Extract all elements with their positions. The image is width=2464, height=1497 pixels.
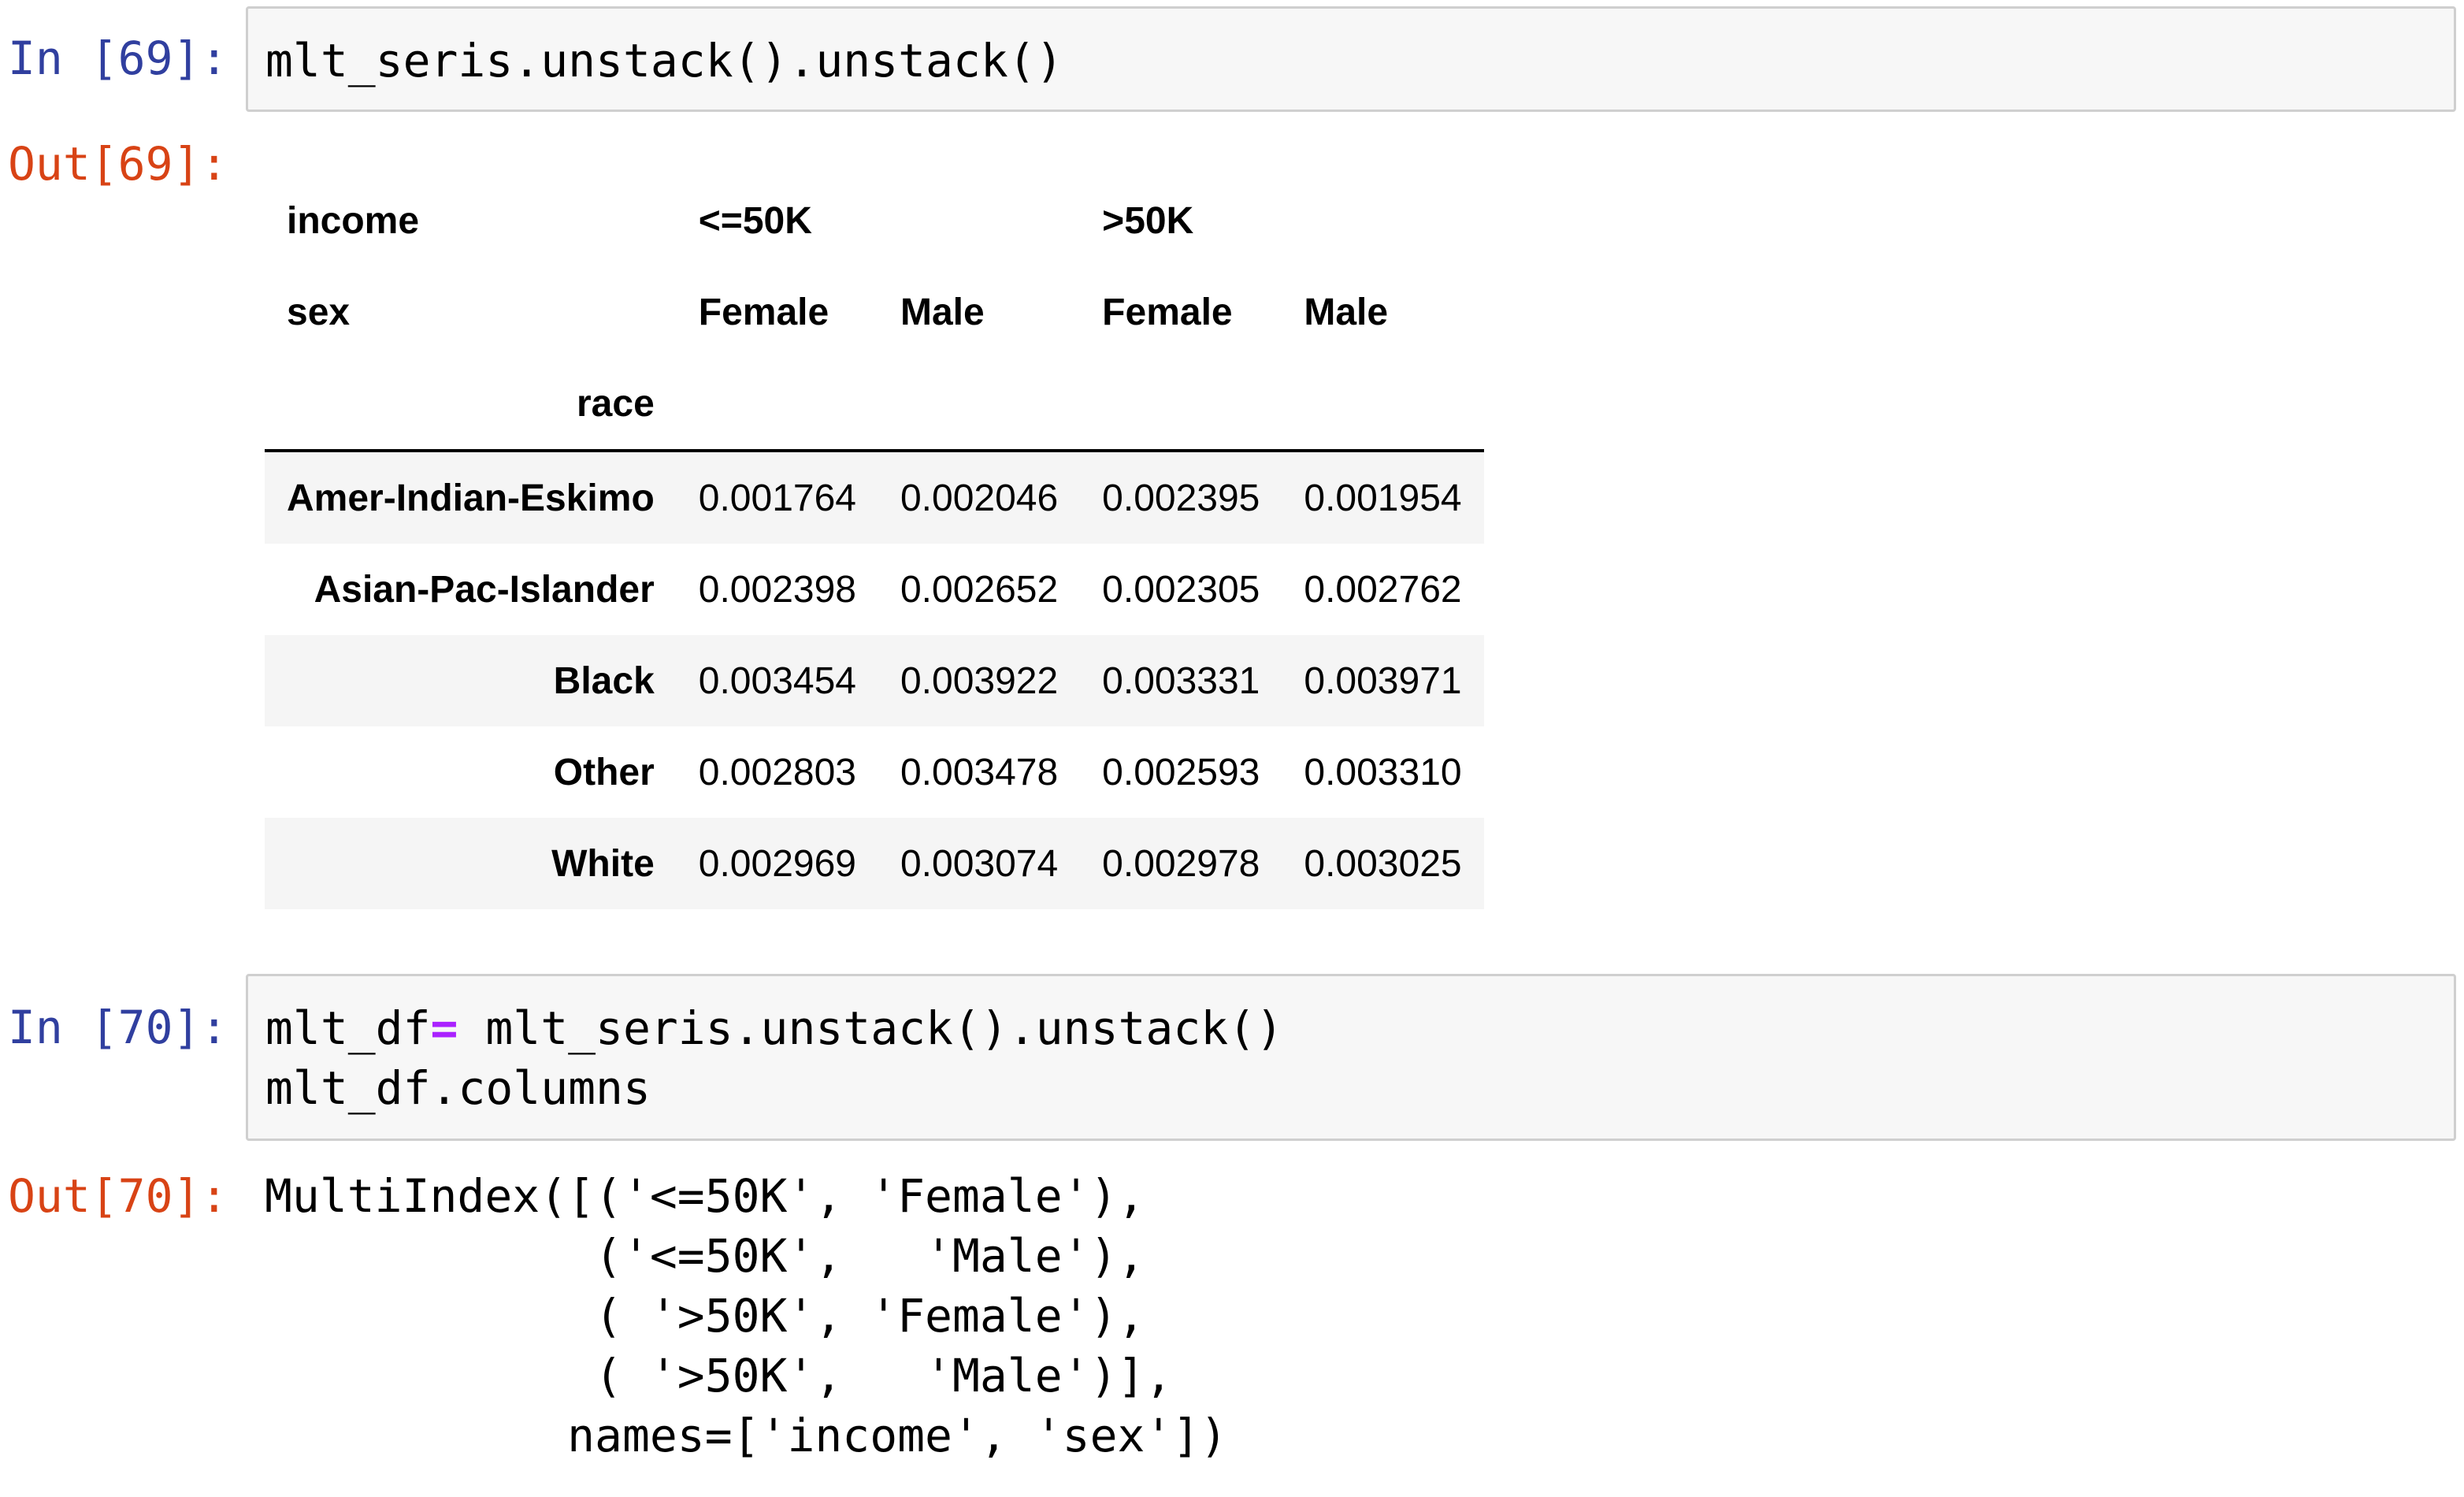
code-line[interactable]: mlt_seris.unstack().unstack() — [265, 31, 1063, 91]
table-cell: 0.003922 — [900, 659, 1059, 702]
table-cell: 0.003025 — [1304, 842, 1462, 885]
row-index-label: Amer-Indian-Eskimo — [287, 477, 655, 519]
assignment-operator: = — [430, 1001, 458, 1055]
output-line: ('<=50K', 'Male'), — [265, 1229, 1145, 1283]
output-line: names=['income', 'sex']) — [265, 1409, 1228, 1462]
dataframe-output: income <=50K >50K sex Female Male Female… — [265, 175, 1484, 909]
code-line[interactable]: mlt_df.columns — [265, 1058, 651, 1118]
output-line: ( '>50K', 'Female'), — [265, 1289, 1145, 1343]
table-cell: 0.002593 — [1102, 751, 1260, 793]
index-name-label: race — [265, 358, 677, 452]
table-cell: 0.002305 — [1102, 568, 1260, 611]
table-cell: 0.001954 — [1304, 477, 1462, 519]
column-level-label: income — [287, 199, 420, 242]
table-cell: 0.003971 — [1304, 659, 1462, 702]
table-cell: 0.001764 — [698, 477, 856, 519]
header-row-sex: sex Female Male Female Male — [265, 266, 1484, 358]
code-expression: mlt_seris.unstack().unstack() — [458, 1001, 1284, 1055]
row-index-label: Asian-Pac-Islander — [314, 568, 655, 611]
code-cell-70[interactable]: mlt_df= mlt_seris.unstack().unstack() ml… — [246, 974, 2456, 1141]
table-cell: 0.003074 — [900, 842, 1059, 885]
table-cell: 0.003331 — [1102, 659, 1260, 702]
code-line[interactable]: mlt_df= mlt_seris.unstack().unstack() — [265, 998, 1283, 1058]
table-cell: 0.003478 — [900, 751, 1059, 793]
table-cell: 0.002398 — [698, 568, 856, 611]
table-cell: 0.002652 — [900, 568, 1059, 611]
table-cell: 0.002969 — [698, 842, 856, 885]
header-row-income: income <=50K >50K — [265, 175, 1484, 266]
column-group-header: <=50K — [698, 199, 812, 242]
table-cell: 0.002762 — [1304, 568, 1462, 611]
header-row-race: race — [265, 358, 1484, 452]
row-index-label: Black — [553, 659, 655, 702]
table-cell: 0.002395 — [1102, 477, 1260, 519]
column-header: Male — [900, 291, 985, 333]
table-row: White 0.002969 0.003074 0.002978 0.00302… — [265, 818, 1484, 909]
output-prompt-69: Out[69]: — [8, 137, 228, 191]
table-cell: 0.002803 — [698, 751, 856, 793]
column-header: Female — [698, 291, 829, 333]
output-line: MultiIndex([('<=50K', 'Female'), — [265, 1169, 1145, 1223]
row-index-label: White — [551, 842, 655, 885]
table-row: Other 0.002803 0.003478 0.002593 0.00331… — [265, 726, 1484, 818]
column-level-label: sex — [287, 291, 351, 333]
column-header: Male — [1304, 291, 1389, 333]
code-variable: mlt_df — [265, 1001, 431, 1055]
table-cell: 0.002978 — [1102, 842, 1260, 885]
output-prompt-70: Out[70]: — [8, 1169, 228, 1223]
column-header: Female — [1102, 291, 1233, 333]
multiindex-output: MultiIndex([('<=50K', 'Female'), ('<=50K… — [265, 1166, 1227, 1465]
table-cell: 0.002046 — [900, 477, 1059, 519]
table-row: Amer-Indian-Eskimo 0.001764 0.002046 0.0… — [265, 451, 1484, 544]
row-index-label: Other — [553, 751, 655, 793]
table-row: Asian-Pac-Islander 0.002398 0.002652 0.0… — [265, 544, 1484, 635]
output-line: ( '>50K', 'Male')], — [265, 1349, 1173, 1402]
column-group-header: >50K — [1102, 199, 1194, 242]
input-prompt-69: In [69]: — [8, 32, 228, 85]
table-cell: 0.003310 — [1304, 751, 1462, 793]
table-cell: 0.003454 — [698, 659, 856, 702]
table-row: Black 0.003454 0.003922 0.003331 0.00397… — [265, 635, 1484, 726]
input-prompt-70: In [70]: — [8, 1001, 228, 1054]
code-cell-69[interactable]: mlt_seris.unstack().unstack() — [246, 6, 2456, 112]
